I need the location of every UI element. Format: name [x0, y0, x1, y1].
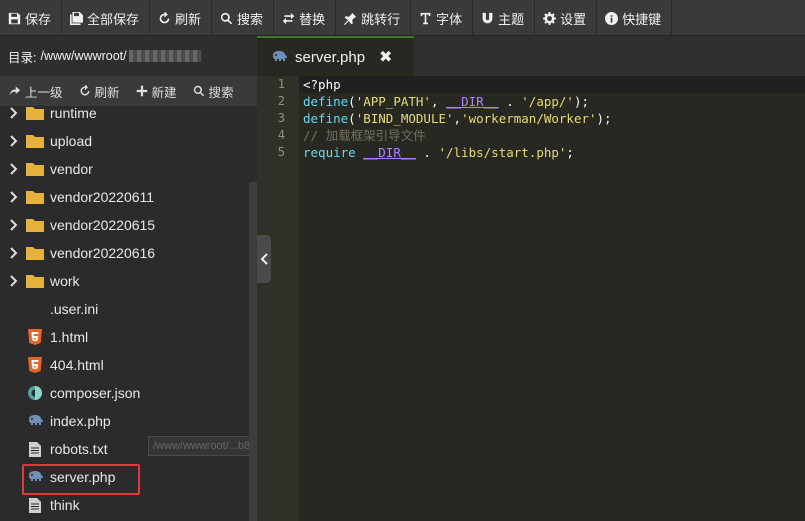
- code-editor: server.php ✖ 1 2 3 4 5 <?php define('APP…: [257, 36, 805, 521]
- save-all-icon: [70, 11, 84, 25]
- collapse-panel-button[interactable]: [257, 235, 271, 283]
- info-icon: [605, 11, 619, 25]
- tree-folder-upload[interactable]: upload: [0, 127, 257, 155]
- editor-tabs: server.php ✖: [257, 36, 805, 76]
- tree-folder-work[interactable]: work: [0, 267, 257, 295]
- save-all-button[interactable]: 全部保存: [62, 0, 151, 36]
- tree-folder-vendor[interactable]: vendor: [0, 155, 257, 183]
- json-icon: [26, 385, 44, 401]
- refresh-icon: [80, 85, 90, 96]
- tree-folder-vendor20220615[interactable]: vendor20220615: [0, 211, 257, 239]
- shortcuts-button[interactable]: 快捷键: [597, 0, 673, 36]
- tree-file-user-ini[interactable]: .user.ini: [0, 295, 257, 323]
- tree-folder-vendor20220611[interactable]: vendor20220611: [0, 183, 257, 211]
- line-number: 1: [277, 77, 285, 91]
- directory-bar: 目录: /www/wwwroot/: [0, 36, 257, 76]
- theme-icon: [482, 12, 493, 23]
- refresh-button[interactable]: 刷新: [150, 0, 213, 36]
- tree-file-1-html[interactable]: 1.html: [0, 323, 257, 351]
- search-icon: [193, 85, 204, 97]
- tab-server-php[interactable]: server.php ✖: [257, 36, 414, 76]
- font-button[interactable]: 字体: [411, 0, 474, 36]
- share-icon: [9, 86, 21, 96]
- code-area[interactable]: 1 2 3 4 5 <?php define('APP_PATH', __DIR…: [257, 76, 805, 521]
- save-icon: [8, 12, 21, 24]
- file-actions-bar: 上一级 刷新 新建 搜索: [0, 76, 257, 106]
- folder-icon: [26, 106, 44, 121]
- folder-icon: [26, 161, 44, 177]
- chevron-right-icon[interactable]: [4, 275, 24, 287]
- html5-icon: [26, 357, 44, 373]
- file-tree-scrollbar[interactable]: [249, 182, 257, 521]
- chevron-right-icon[interactable]: [4, 163, 24, 175]
- php-elephant-icon: [26, 413, 44, 429]
- folder-icon: [26, 217, 44, 233]
- search-button[interactable]: 搜索: [212, 0, 275, 36]
- settings-button[interactable]: 设置: [535, 0, 598, 36]
- tree-file-index-php[interactable]: index.php: [0, 407, 257, 435]
- code-line[interactable]: require __DIR__ . '/libs/start.php';: [299, 144, 805, 161]
- folder-icon: [26, 273, 44, 289]
- tree-file-composer-json[interactable]: composer.json: [0, 379, 257, 407]
- tab-title: server.php: [295, 48, 366, 66]
- tree-file-server-php[interactable]: server.php: [0, 463, 257, 495]
- goto-line-icon: [344, 12, 357, 25]
- line-number: 5: [277, 145, 285, 159]
- new-file-button[interactable]: 新建: [127, 82, 184, 101]
- tree-file-404-html[interactable]: 404.html: [0, 351, 257, 379]
- chevron-right-icon[interactable]: [4, 107, 24, 119]
- chevron-left-icon: [260, 253, 268, 265]
- chevron-right-icon[interactable]: [4, 135, 24, 147]
- chevron-right-icon[interactable]: [4, 191, 24, 203]
- code-lines[interactable]: <?php define('APP_PATH', __DIR__ . '/app…: [299, 76, 805, 161]
- replace-button[interactable]: 替换: [274, 0, 337, 36]
- line-gutter: 1 2 3 4 5: [257, 76, 299, 521]
- replace-icon: [282, 12, 295, 24]
- text-file-icon: [26, 441, 44, 457]
- code-line[interactable]: // 加载框架引导文件: [299, 127, 805, 144]
- tree-folder-vendor20220616[interactable]: vendor20220616: [0, 239, 257, 267]
- gear-icon: [543, 11, 557, 25]
- path-tooltip: /www/wwwroot/...b8779.cn/.user.ini: [148, 436, 257, 456]
- tree-folder-runtime[interactable]: runtime: [0, 106, 257, 127]
- file-tree: runtime upload vendor vendor20220611 ven…: [0, 106, 257, 521]
- blank-file-icon: [26, 301, 44, 317]
- close-icon[interactable]: ✖: [379, 47, 392, 67]
- code-line[interactable]: define('APP_PATH', __DIR__ . '/app/');: [299, 93, 805, 110]
- save-button[interactable]: 保存: [0, 0, 63, 36]
- chevron-right-icon[interactable]: [4, 219, 24, 231]
- search-files-button[interactable]: 搜索: [184, 82, 241, 101]
- refresh-icon: [159, 11, 170, 23]
- line-number: 4: [277, 128, 285, 142]
- plus-icon: [136, 85, 147, 97]
- theme-button[interactable]: 主题: [473, 0, 536, 36]
- redacted-path: [128, 50, 201, 62]
- folder-icon: [26, 189, 44, 205]
- parent-dir-button[interactable]: 上一级: [0, 82, 70, 101]
- php-elephant-icon: [271, 50, 287, 64]
- font-icon: [420, 12, 431, 24]
- folder-icon: [26, 133, 44, 149]
- line-number: 3: [277, 111, 285, 125]
- text-file-icon: [26, 497, 44, 513]
- folder-icon: [26, 245, 44, 261]
- search-icon: [220, 12, 233, 24]
- refresh-files-button[interactable]: 刷新: [70, 82, 127, 101]
- html5-icon: [26, 329, 44, 345]
- tree-file-think[interactable]: think: [0, 491, 257, 519]
- code-line[interactable]: define('BIND_MODULE','workerman/Worker')…: [299, 110, 805, 127]
- line-number: 2: [277, 94, 285, 108]
- code-line[interactable]: <?php: [299, 76, 805, 93]
- chevron-right-icon[interactable]: [4, 247, 24, 259]
- file-panel: 目录: /www/wwwroot/ 上一级 刷新 新建 搜索 runtime u…: [0, 36, 257, 521]
- php-elephant-icon: [26, 469, 44, 485]
- toolbar: 保存 全部保存 刷新 搜索 替换 跳转行 字体 主题 设置 快捷键: [0, 0, 805, 36]
- directory-path: /www/wwwroot/: [40, 49, 127, 63]
- goto-line-button[interactable]: 跳转行: [336, 0, 412, 36]
